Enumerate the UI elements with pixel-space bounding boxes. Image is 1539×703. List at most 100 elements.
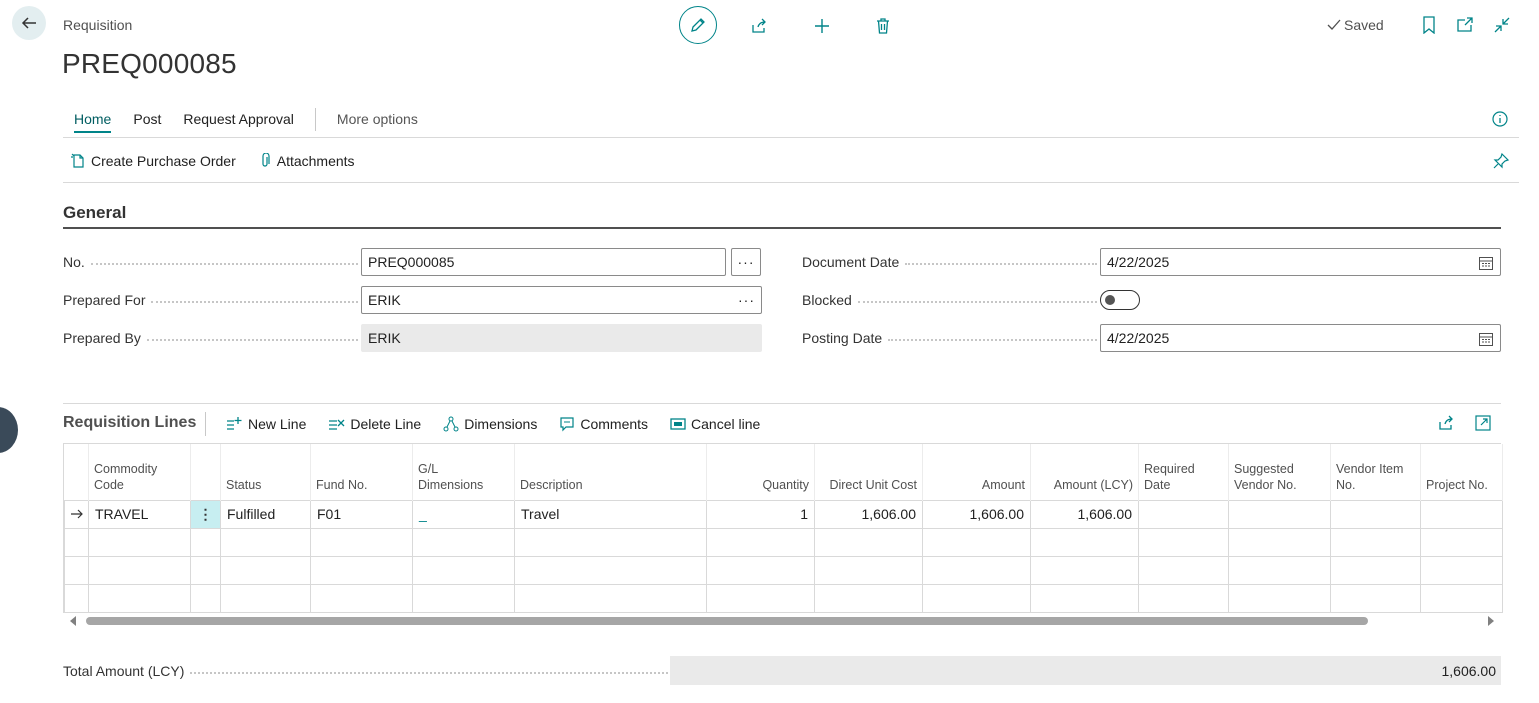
tab-more-options[interactable]: More options	[326, 108, 429, 130]
collapse-icon	[1494, 17, 1510, 33]
bookmark-button[interactable]	[1419, 14, 1439, 36]
cell-gl-dimensions[interactable]: _	[412, 499, 515, 529]
header-suggested-vendor-no[interactable]: Suggested Vendor No.	[1228, 444, 1331, 500]
create-purchase-order-button[interactable]: Create Purchase Order	[70, 153, 236, 169]
posting-date-label: Posting Date	[802, 324, 1097, 352]
header-gl-dimensions[interactable]: G/L Dimensions	[412, 444, 515, 500]
pin-icon	[1493, 152, 1510, 169]
header-direct-unit-cost[interactable]: Direct Unit Cost	[814, 444, 923, 500]
divider	[63, 137, 1519, 138]
row-indicator[interactable]	[64, 499, 89, 529]
scroll-right-icon[interactable]	[1487, 616, 1495, 626]
share-button[interactable]	[741, 8, 777, 44]
prepared-by-field: ERIK	[361, 324, 762, 352]
cell-status[interactable]: Fulfilled	[220, 499, 311, 529]
tab-post[interactable]: Post	[122, 108, 172, 130]
blocked-label: Blocked	[802, 286, 1097, 314]
expand-icon	[1475, 415, 1491, 431]
header-project-no[interactable]: Project No.	[1420, 444, 1503, 500]
header-quantity[interactable]: Quantity	[706, 444, 815, 500]
new-line-label: New Line	[248, 416, 307, 432]
prepared-for-field[interactable]: ERIK ···	[361, 286, 762, 314]
new-line-button[interactable]: New Line	[226, 416, 306, 432]
tab-request-approval[interactable]: Request Approval	[172, 108, 305, 130]
document-date-field[interactable]: 4/22/2025	[1100, 248, 1501, 276]
header-select	[64, 444, 89, 500]
lines-expand-button[interactable]	[1474, 414, 1492, 432]
back-button[interactable]	[12, 6, 46, 40]
cell-suggested-vendor-no[interactable]	[1228, 499, 1331, 529]
header-menu	[190, 444, 221, 500]
toggle-knob	[1105, 295, 1115, 305]
lines-separator	[205, 412, 206, 436]
row-menu-button[interactable]: ⋮	[190, 499, 221, 529]
cancel-line-icon	[670, 418, 686, 430]
delete-line-icon	[329, 419, 345, 430]
delete-line-button[interactable]: Delete Line	[328, 416, 421, 432]
calendar-icon[interactable]	[1478, 331, 1494, 347]
table-row[interactable]	[64, 555, 1503, 585]
document-date-value: 4/22/2025	[1107, 254, 1170, 270]
header-description[interactable]: Description	[514, 444, 707, 500]
no-field[interactable]: PREQ000085	[361, 248, 726, 276]
header-commodity-code[interactable]: Commodity Code	[88, 444, 191, 500]
prepared-for-label: Prepared For	[63, 286, 358, 314]
header-fund-no[interactable]: Fund No.	[310, 444, 413, 500]
horizontal-scrollbar[interactable]	[63, 613, 1501, 629]
scrollbar-thumb[interactable]	[86, 617, 1368, 625]
blocked-toggle[interactable]	[1100, 290, 1140, 310]
cell-commodity-code[interactable]: TRAVEL	[88, 499, 191, 529]
lines-title[interactable]: Requisition Lines	[63, 414, 196, 432]
dimensions-button[interactable]: Dimensions	[443, 416, 537, 432]
open-new-window-button[interactable]	[1455, 14, 1475, 36]
tab-home[interactable]: Home	[63, 108, 122, 133]
table-row[interactable]: TRAVEL ⋮ Fulfilled F01 _ Travel 1 1,606.…	[64, 499, 1503, 529]
cell-amount-lcy[interactable]: 1,606.00	[1030, 499, 1139, 529]
header-required-date[interactable]: Required Date	[1138, 444, 1229, 500]
cancel-line-button[interactable]: Cancel line	[670, 416, 760, 432]
header-vendor-item-no[interactable]: Vendor Item No.	[1330, 444, 1421, 500]
total-amount-label: Total Amount (LCY)	[63, 657, 668, 685]
create-purchase-order-label: Create Purchase Order	[91, 153, 236, 169]
saved-status: Saved	[1327, 17, 1384, 33]
comments-button[interactable]: Comments	[559, 416, 648, 432]
lookup-ellipsis-icon[interactable]: ···	[738, 292, 755, 308]
cell-amount[interactable]: 1,606.00	[922, 499, 1031, 529]
table-row[interactable]	[64, 527, 1503, 557]
edit-button[interactable]	[679, 6, 717, 44]
info-icon	[1492, 111, 1508, 127]
total-amount-value: 1,606.00	[670, 656, 1501, 685]
share-icon	[752, 18, 766, 33]
personalize-button[interactable]	[1492, 152, 1510, 170]
no-assist-button[interactable]: ···	[731, 248, 761, 276]
collapse-button[interactable]	[1492, 14, 1512, 36]
cell-vendor-item-no[interactable]	[1330, 499, 1421, 529]
delete-line-label: Delete Line	[350, 416, 422, 432]
table-row[interactable]	[64, 583, 1503, 613]
side-panel-toggle[interactable]	[0, 407, 18, 453]
cell-description[interactable]: Travel	[514, 499, 707, 529]
section-title-general[interactable]: General	[63, 203, 126, 223]
cell-project-no[interactable]	[1420, 499, 1503, 529]
cell-quantity[interactable]: 1	[706, 499, 815, 529]
scroll-left-icon[interactable]	[69, 616, 77, 626]
header-status[interactable]: Status	[220, 444, 311, 500]
bookmark-icon	[1423, 16, 1435, 34]
arrow-right-icon	[70, 509, 83, 519]
cell-required-date[interactable]	[1138, 499, 1229, 529]
cell-fund-no[interactable]: F01	[310, 499, 413, 529]
tab-separator	[314, 107, 316, 131]
header-amount-lcy[interactable]: Amount (LCY)	[1030, 444, 1139, 500]
calendar-icon[interactable]	[1478, 255, 1494, 271]
dimensions-label: Dimensions	[464, 416, 538, 432]
delete-button[interactable]	[865, 8, 901, 44]
lines-share-button[interactable]	[1437, 414, 1455, 432]
header-amount[interactable]: Amount	[922, 444, 1031, 500]
attachments-button[interactable]: Attachments	[258, 153, 355, 169]
posting-date-field[interactable]: 4/22/2025	[1100, 324, 1501, 352]
open-new-window-icon	[1457, 17, 1473, 32]
pencil-icon	[691, 18, 705, 32]
cell-direct-unit-cost[interactable]: 1,606.00	[814, 499, 923, 529]
info-button[interactable]	[1491, 110, 1509, 128]
new-button[interactable]	[804, 8, 840, 44]
